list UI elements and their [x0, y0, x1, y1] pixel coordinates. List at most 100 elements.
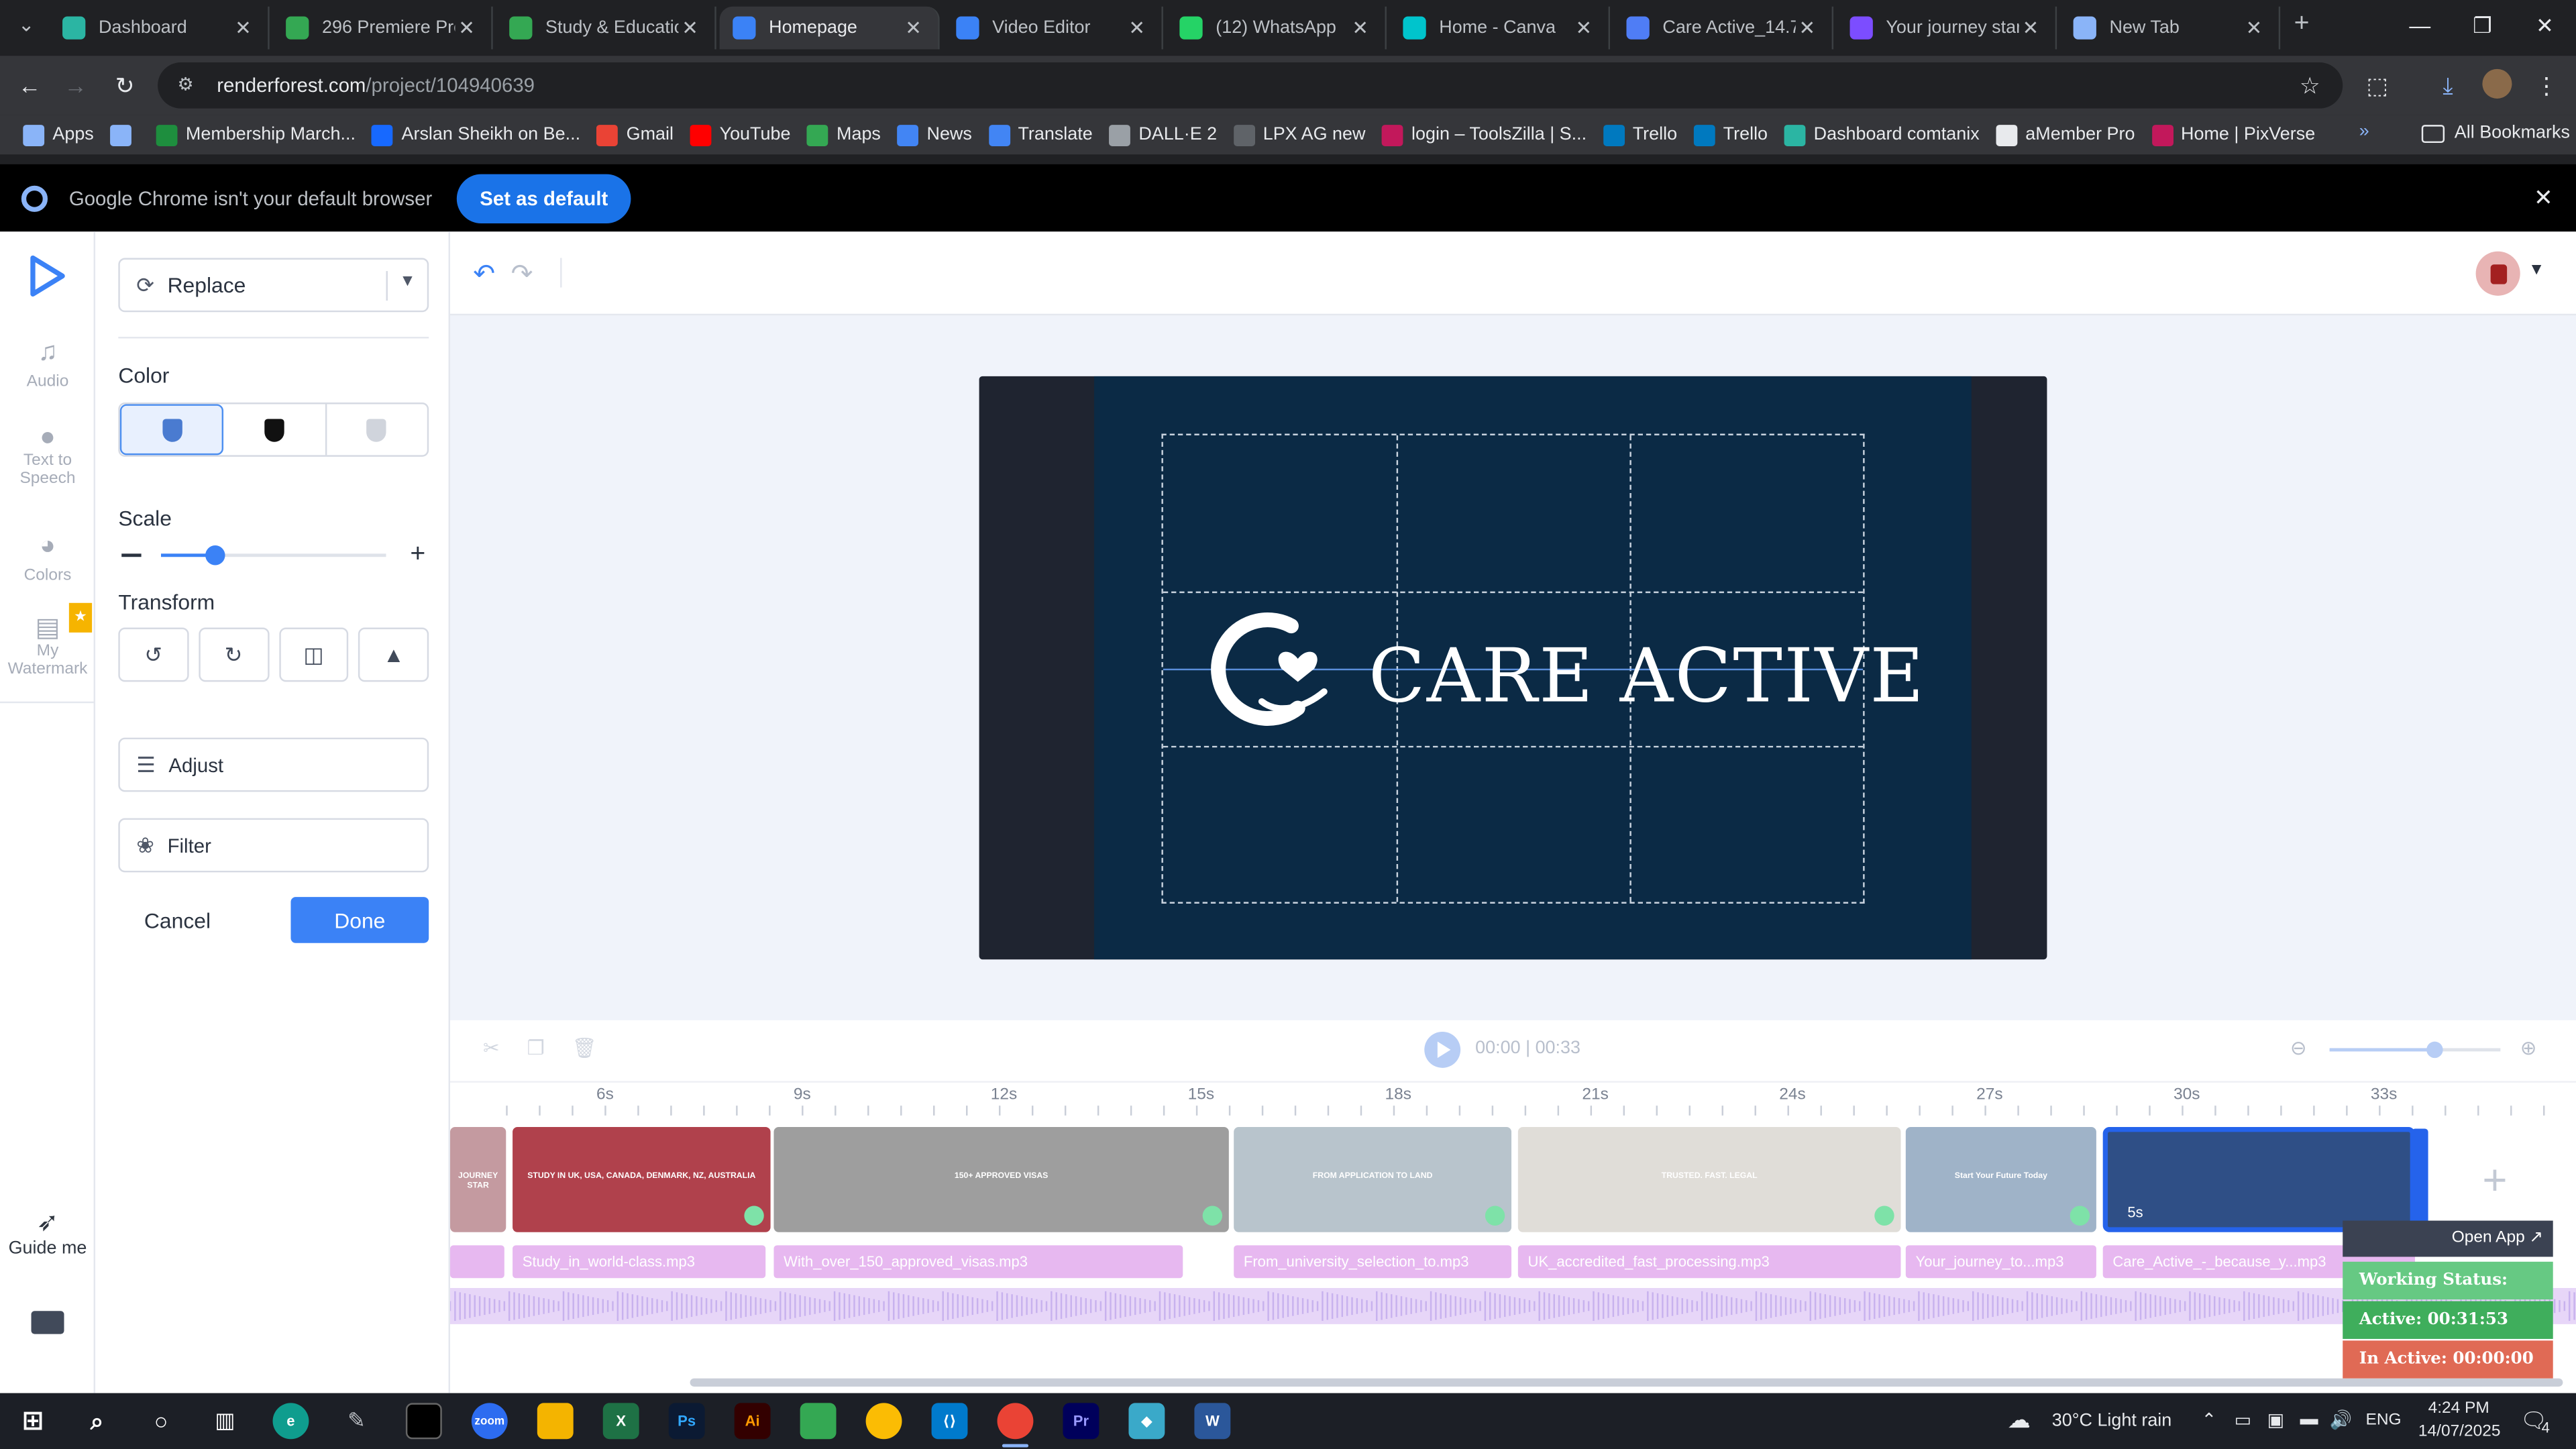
- scene-clip[interactable]: 150+ APPROVED VISAS: [773, 1127, 1229, 1232]
- download-icon[interactable]: ⤓: [2431, 69, 2464, 102]
- bookmark-item[interactable]: Apps: [23, 123, 94, 146]
- display-icon[interactable]: ▣: [2267, 1409, 2284, 1431]
- forward-icon[interactable]: →: [59, 69, 92, 102]
- sheets-app-icon[interactable]: [800, 1403, 837, 1440]
- bookmark-item[interactable]: Maps: [806, 123, 881, 146]
- browser-tab[interactable]: Dashboard ✕: [49, 6, 270, 50]
- close-tab-icon[interactable]: ✕: [231, 16, 254, 39]
- browser-tab[interactable]: New Tab ✕: [2060, 6, 2281, 50]
- filter-button[interactable]: ❀ Filter: [118, 818, 429, 873]
- sidebar-item-text-to-speech[interactable]: ● Text to Speech: [0, 425, 95, 488]
- scene-clip[interactable]: Start Your Future Today: [1905, 1127, 2096, 1232]
- delete-icon[interactable]: 🗑: [572, 1036, 597, 1059]
- color-option-dark[interactable]: [224, 404, 327, 455]
- close-tab-icon[interactable]: ✕: [902, 16, 924, 39]
- browser-tab[interactable]: Care Active_14.7.2✕: [1613, 6, 1834, 50]
- color-option-original[interactable]: [119, 404, 224, 455]
- bookmark-item[interactable]: Dashboard comtanix: [1784, 123, 1980, 146]
- windows-start-icon[interactable]: ⊞: [15, 1403, 51, 1439]
- reload-icon[interactable]: ↻: [109, 69, 142, 102]
- browser-tab[interactable]: Study & Education✕: [496, 6, 716, 50]
- chevron-down-icon[interactable]: ▼: [2528, 261, 2544, 279]
- browser-tab[interactable]: Home - Canva ✕: [1390, 6, 1611, 50]
- terminal-icon[interactable]: [405, 1403, 442, 1440]
- duplicate-icon[interactable]: ❐: [527, 1036, 544, 1059]
- play-button[interactable]: [1424, 1031, 1461, 1068]
- voiceover-clip[interactable]: [450, 1245, 504, 1279]
- scene-clip[interactable]: 5s: [2102, 1127, 2416, 1232]
- close-tab-icon[interactable]: ✕: [2019, 16, 2042, 39]
- done-button[interactable]: Done: [290, 897, 429, 943]
- voiceover-clip[interactable]: Your_journey_to...mp3: [1905, 1245, 2096, 1279]
- close-infobar-icon[interactable]: ✕: [2534, 184, 2553, 212]
- timeline-ruler[interactable]: 6s 9s 12s 15s 18s 21s 24s 27s 30s 33s: [450, 1081, 2576, 1117]
- close-tab-icon[interactable]: ✕: [2243, 16, 2265, 39]
- voiceover-clip[interactable]: UK_accredited_fast_processing.mp3: [1517, 1245, 1901, 1279]
- app-icon[interactable]: ◆: [1128, 1403, 1165, 1440]
- timeline-scrollbar[interactable]: [690, 1378, 2563, 1387]
- open-app-button[interactable]: Open App ↗: [2343, 1220, 2553, 1257]
- zoom-in-icon[interactable]: ⊕: [2520, 1036, 2537, 1059]
- zoom-app-icon[interactable]: zoom: [471, 1403, 508, 1440]
- profile-avatar[interactable]: [2481, 68, 2514, 102]
- zoom-handle[interactable]: [2427, 1041, 2444, 1059]
- photoshop-icon[interactable]: Ps: [668, 1403, 705, 1440]
- scale-handle[interactable]: [205, 545, 225, 566]
- close-tab-icon[interactable]: ✕: [1572, 16, 1595, 39]
- scene-clip[interactable]: STUDY IN UK, USA, CANADA, DENMARK, NZ, A…: [513, 1127, 771, 1232]
- voiceover-clip[interactable]: From_university_selection_to.mp3: [1234, 1245, 1512, 1279]
- site-info-icon[interactable]: ⚙: [177, 74, 200, 97]
- all-bookmarks[interactable]: All Bookmarks: [2421, 123, 2570, 143]
- close-tab-icon[interactable]: ✕: [1349, 16, 1372, 39]
- cortana-icon[interactable]: ○: [143, 1403, 179, 1439]
- file-explorer-icon[interactable]: [537, 1403, 574, 1440]
- bookmark-item[interactable]: aMember Pro: [1996, 123, 2135, 146]
- voiceover-clip[interactable]: With_over_150_approved_visas.mp3: [773, 1245, 1183, 1279]
- premiere-pro-icon[interactable]: Pr: [1063, 1403, 1099, 1440]
- weather-icon[interactable]: ☁: [2008, 1406, 2031, 1434]
- close-tab-icon[interactable]: ✕: [1126, 16, 1148, 39]
- flip-horizontal-icon[interactable]: ◫: [278, 627, 349, 682]
- address-bar[interactable]: ⚙ renderforest.com/project/104940639: [158, 62, 2343, 109]
- bookmark-star-icon[interactable]: ☆: [2294, 69, 2326, 102]
- bookmark-item[interactable]: login – ToolsZilla | S...: [1381, 123, 1587, 146]
- volume-icon[interactable]: 🔊: [2330, 1409, 2353, 1431]
- logo-crop-frame[interactable]: CARE ACTIVE: [1161, 433, 1924, 904]
- scene-clip[interactable]: JOURNEY STAR: [450, 1127, 506, 1232]
- more-bookmarks-icon[interactable]: »: [2359, 121, 2369, 141]
- rotate-left-icon[interactable]: ↺: [118, 627, 189, 682]
- bookmark-item[interactable]: Membership March...: [156, 123, 356, 146]
- browser-tab[interactable]: 296 Premiere Pro ✕: [273, 6, 493, 50]
- close-tab-icon[interactable]: ✕: [1796, 16, 1819, 39]
- replace-dropdown[interactable]: ⟳ Replace ▼: [118, 258, 429, 313]
- set-as-default-button[interactable]: Set as default: [456, 173, 631, 223]
- extensions-icon[interactable]: ⬚: [2361, 69, 2394, 102]
- weather-text[interactable]: 30°C Light rain: [2052, 1411, 2172, 1431]
- keyboard-icon[interactable]: [31, 1311, 64, 1334]
- bookmark-item[interactable]: Trello: [1603, 123, 1677, 146]
- adjust-button[interactable]: ☰ Adjust: [118, 737, 429, 792]
- search-icon[interactable]: ⌕: [79, 1403, 115, 1439]
- bookmark-item[interactable]: Gmail: [596, 123, 674, 146]
- user-avatar[interactable]: [2475, 251, 2520, 296]
- bookmark-item[interactable]: Arslan Sheikh on Be...: [372, 123, 580, 146]
- clip-trim-handle[interactable]: [2412, 1128, 2428, 1231]
- browser-tab[interactable]: Your journey start ✕: [1837, 6, 2057, 50]
- bookmark-item[interactable]: DALL·E 2: [1109, 123, 1217, 146]
- music-waveform-track[interactable]: [449, 1288, 2576, 1324]
- scene-clip[interactable]: FROM APPLICATION TO LAND: [1234, 1127, 1512, 1232]
- chrome-menu-icon[interactable]: ⋮: [2530, 69, 2563, 102]
- cancel-button[interactable]: Cancel: [118, 897, 236, 943]
- close-window-button[interactable]: ✕: [2514, 0, 2576, 56]
- renderforest-logo[interactable]: [28, 255, 68, 298]
- chrome-app-icon[interactable]: [865, 1403, 902, 1440]
- bookmark-item[interactable]: News: [897, 123, 972, 146]
- restore-button[interactable]: ❐: [2451, 0, 2514, 56]
- show-hidden-icons[interactable]: ⌃: [2202, 1409, 2217, 1431]
- minimize-button[interactable]: —: [2389, 0, 2451, 56]
- meet-icon[interactable]: ▭: [2235, 1409, 2251, 1431]
- scale-decrease-icon[interactable]: [121, 553, 142, 557]
- chevron-down-icon[interactable]: ▼: [399, 273, 415, 291]
- edge-icon[interactable]: e: [272, 1403, 309, 1440]
- bookmark-item[interactable]: LPX AG new: [1233, 123, 1365, 146]
